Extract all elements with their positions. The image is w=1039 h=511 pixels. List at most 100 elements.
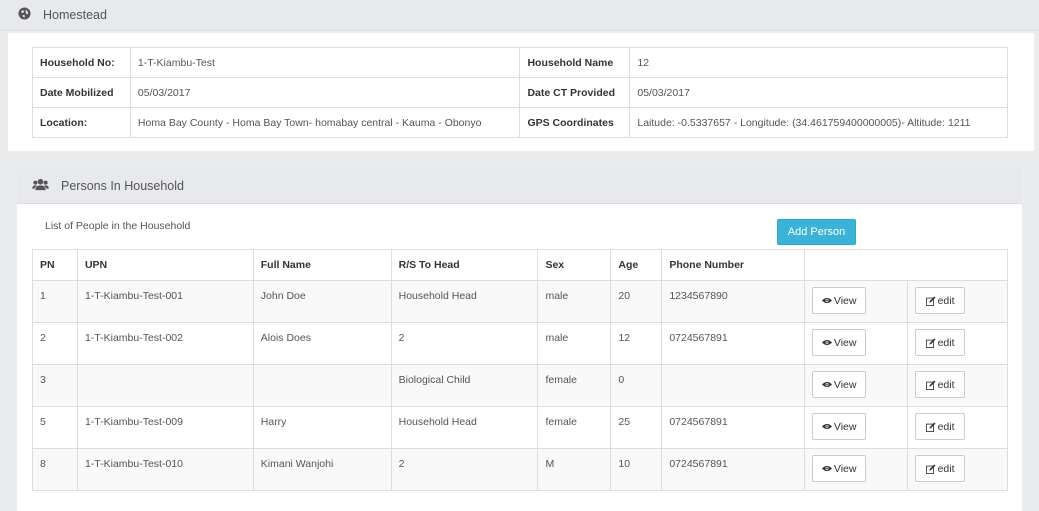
edit-button[interactable]: edit bbox=[915, 455, 966, 482]
view-button[interactable]: View bbox=[812, 329, 867, 356]
cell-phone-number: 0724567891 bbox=[661, 406, 806, 449]
edit-icon bbox=[925, 464, 936, 474]
cell-upn: 1-T-Kiambu-Test-009 bbox=[76, 406, 254, 449]
table-header-row: PN UPN Full Name R/S To Head Sex Age Pho… bbox=[32, 249, 1008, 281]
eye-icon bbox=[821, 424, 832, 429]
cell-edit: edit bbox=[907, 280, 1008, 323]
view-label: View bbox=[833, 462, 857, 475]
date-ct-provided-label: Date CT Provided bbox=[519, 77, 631, 108]
cell-phone-number: 0724567891 bbox=[661, 322, 806, 365]
globe-icon bbox=[18, 7, 31, 23]
view-label: View bbox=[833, 294, 857, 307]
gps-coordinates-label: GPS Coordinates bbox=[519, 107, 631, 138]
col-age: Age bbox=[610, 249, 663, 281]
table-row: 3 Biological Child female 0 View edit bbox=[32, 364, 1008, 407]
add-person-button[interactable]: Add Person bbox=[777, 219, 856, 245]
persons-heading: Persons In Household bbox=[17, 169, 1022, 204]
eye-icon bbox=[821, 466, 832, 471]
cell-edit: edit bbox=[907, 322, 1008, 365]
cell-pn: 2 bbox=[32, 322, 78, 365]
cell-edit: edit bbox=[907, 448, 1008, 491]
cell-pn: 1 bbox=[32, 280, 78, 323]
cell-full-name: Alois Does bbox=[252, 322, 392, 365]
cell-pn: 3 bbox=[32, 364, 78, 407]
edit-label: edit bbox=[937, 294, 955, 307]
persons-table-body: 1 1-T-Kiambu-Test-001 John Doe Household… bbox=[32, 280, 1008, 491]
cell-age: 10 bbox=[610, 448, 663, 491]
persons-title: Persons In Household bbox=[61, 179, 184, 193]
edit-button[interactable]: edit bbox=[915, 413, 966, 440]
cell-phone-number: 0724567891 bbox=[661, 448, 806, 491]
location-label: Location: bbox=[32, 107, 131, 138]
edit-button[interactable]: edit bbox=[915, 371, 966, 398]
view-button[interactable]: View bbox=[812, 455, 867, 482]
cell-edit: edit bbox=[907, 406, 1008, 449]
edit-button[interactable]: edit bbox=[915, 329, 966, 356]
edit-icon bbox=[925, 296, 936, 306]
cell-full-name bbox=[252, 364, 392, 407]
cell-age: 12 bbox=[610, 322, 663, 365]
col-rs-to-head: R/S To Head bbox=[390, 249, 539, 281]
cell-sex: female bbox=[537, 364, 612, 407]
household-name-value: 12 bbox=[629, 47, 1008, 78]
cell-upn: 1-T-Kiambu-Test-010 bbox=[76, 448, 254, 491]
homestead-heading: Homestead bbox=[0, 0, 1039, 31]
col-full-name: Full Name bbox=[252, 249, 392, 281]
cell-full-name: Harry bbox=[252, 406, 392, 449]
view-label: View bbox=[833, 420, 857, 433]
edit-icon bbox=[925, 338, 936, 348]
cell-view: View bbox=[804, 322, 909, 365]
edit-icon bbox=[925, 380, 936, 390]
date-mobilized-value: 05/03/2017 bbox=[129, 77, 521, 108]
view-label: View bbox=[833, 336, 857, 349]
cell-full-name: Kimani Wanjohi bbox=[252, 448, 392, 491]
eye-icon bbox=[821, 298, 832, 303]
eye-icon bbox=[821, 382, 832, 387]
cell-phone-number: 1234567890 bbox=[661, 280, 806, 323]
cell-upn: 1-T-Kiambu-Test-001 bbox=[76, 280, 254, 323]
homestead-title: Homestead bbox=[43, 8, 107, 22]
location-value: Homa Bay County - Homa Bay Town- homabay… bbox=[129, 107, 521, 138]
household-no-value: 1-T-Kiambu-Test bbox=[129, 47, 521, 78]
cell-rs-to-head: Household Head bbox=[390, 406, 539, 449]
cell-edit: edit bbox=[907, 364, 1008, 407]
date-ct-provided-value: 05/03/2017 bbox=[629, 77, 1008, 108]
cell-age: 0 bbox=[610, 364, 663, 407]
household-no-label: Household No: bbox=[32, 47, 131, 78]
eye-icon bbox=[821, 340, 832, 345]
persons-table: PN UPN Full Name R/S To Head Sex Age Pho… bbox=[32, 249, 1008, 491]
col-sex: Sex bbox=[537, 249, 612, 281]
cell-rs-to-head: Household Head bbox=[390, 280, 539, 323]
cell-age: 25 bbox=[610, 406, 663, 449]
edit-label: edit bbox=[937, 336, 955, 349]
cell-upn bbox=[76, 364, 254, 407]
cell-upn: 1-T-Kiambu-Test-002 bbox=[76, 322, 254, 365]
cell-full-name: John Doe bbox=[252, 280, 392, 323]
cell-pn: 8 bbox=[32, 448, 78, 491]
info-row: Date Mobilized 05/03/2017 Date CT Provid… bbox=[32, 77, 1008, 108]
info-row: Household No: 1-T-Kiambu-Test Household … bbox=[32, 47, 1008, 78]
view-button[interactable]: View bbox=[812, 371, 867, 398]
table-row: 1 1-T-Kiambu-Test-001 John Doe Household… bbox=[32, 280, 1008, 323]
cell-rs-to-head: 2 bbox=[390, 448, 539, 491]
table-row: 8 1-T-Kiambu-Test-010 Kimani Wanjohi 2 M… bbox=[32, 448, 1008, 491]
view-button[interactable]: View bbox=[812, 413, 867, 440]
homestead-info-table: Household No: 1-T-Kiambu-Test Household … bbox=[32, 47, 1008, 138]
cell-age: 20 bbox=[610, 280, 663, 323]
view-button[interactable]: View bbox=[812, 287, 867, 314]
date-mobilized-label: Date Mobilized bbox=[32, 77, 131, 108]
users-icon bbox=[32, 178, 49, 194]
col-actions bbox=[804, 249, 1008, 281]
cell-sex: M bbox=[537, 448, 612, 491]
cell-view: View bbox=[804, 280, 909, 323]
edit-label: edit bbox=[937, 378, 955, 391]
edit-label: edit bbox=[937, 462, 955, 475]
edit-button[interactable]: edit bbox=[915, 287, 966, 314]
info-row: Location: Homa Bay County - Homa Bay Tow… bbox=[32, 107, 1008, 138]
view-label: View bbox=[833, 378, 857, 391]
edit-label: edit bbox=[937, 420, 955, 433]
cell-view: View bbox=[804, 364, 909, 407]
cell-pn: 5 bbox=[32, 406, 78, 449]
gps-coordinates-value: Laitude: -0.5337657 - Longitude: (34.461… bbox=[629, 107, 1008, 138]
cell-view: View bbox=[804, 448, 909, 491]
